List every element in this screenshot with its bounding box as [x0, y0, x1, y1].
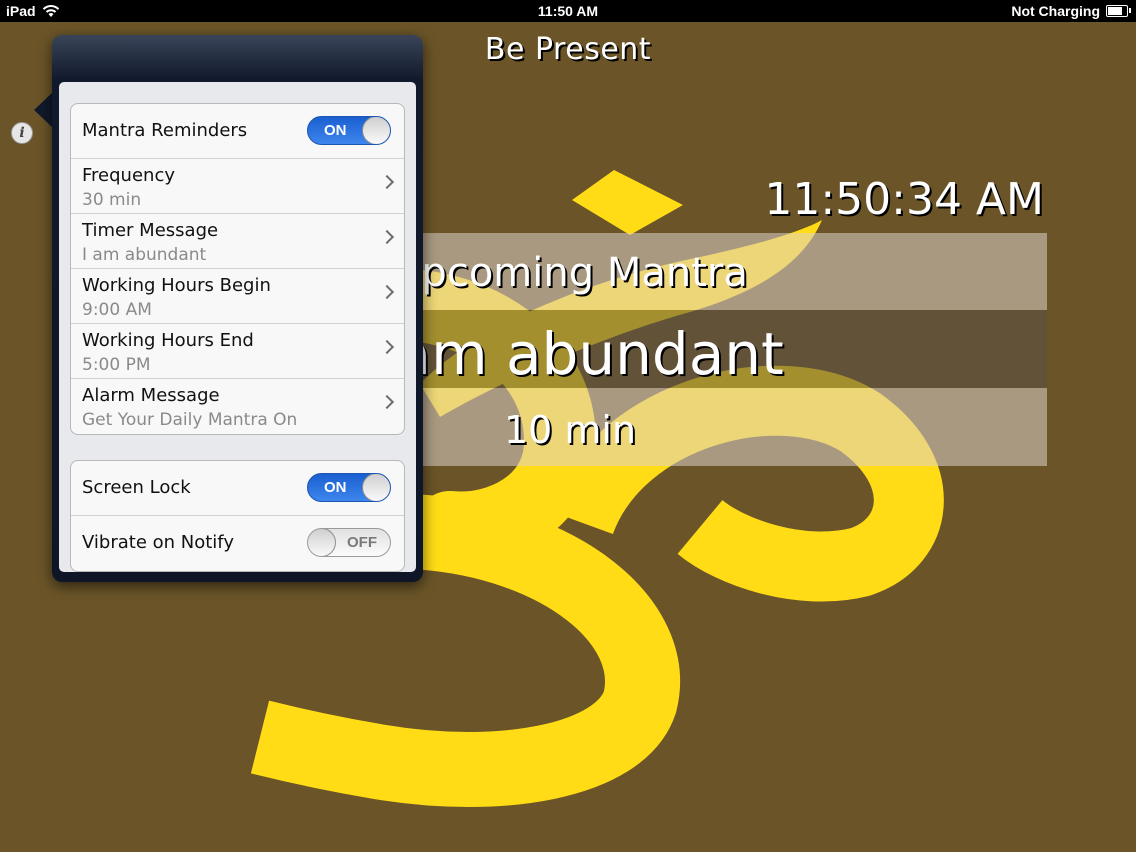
status-bar-right: Not Charging	[1011, 3, 1131, 19]
row-title: Vibrate on Notify	[82, 532, 234, 553]
status-bar: iPad 11:50 AM Not Charging	[0, 0, 1136, 22]
chevron-right-icon	[379, 229, 395, 245]
toggle-state: OFF	[347, 534, 377, 551]
row-working-hours-begin[interactable]: Working Hours Begin 9:00 AM	[71, 269, 404, 324]
row-title: Alarm Message	[82, 385, 220, 406]
settings-group-reminders: Mantra Reminders ON Frequency 30 min Tim…	[70, 103, 405, 435]
battery-icon	[1106, 5, 1131, 17]
row-working-hours-end[interactable]: Working Hours End 5:00 PM	[71, 324, 404, 379]
row-value: Get Your Daily Mantra On	[82, 410, 298, 430]
row-title: Mantra Reminders	[82, 120, 248, 141]
row-screen-lock[interactable]: Screen Lock ON	[71, 461, 404, 516]
row-mantra-reminders[interactable]: Mantra Reminders ON	[71, 104, 404, 159]
row-title: Frequency	[82, 165, 175, 186]
clock: 11:50:34 AM	[764, 174, 1044, 225]
toggle-knob	[362, 474, 390, 501]
row-title: Working Hours End	[82, 330, 254, 351]
chevron-right-icon	[379, 284, 395, 300]
toggle-knob	[362, 117, 390, 144]
row-value: 9:00 AM	[82, 300, 152, 320]
status-time: 11:50 AM	[537, 3, 599, 19]
info-icon[interactable]: i	[11, 122, 33, 144]
charging-status: Not Charging	[1011, 3, 1100, 19]
row-alarm-message[interactable]: Alarm Message Get Your Daily Mantra On	[71, 379, 404, 434]
toggle-knob	[308, 529, 336, 556]
settings-popover: Mantra Reminders ON Frequency 30 min Tim…	[52, 35, 423, 582]
settings-list: Mantra Reminders ON Frequency 30 min Tim…	[59, 82, 416, 572]
chevron-right-icon	[379, 339, 395, 355]
toggle-state: ON	[324, 122, 347, 139]
vibrate-on-notify-toggle[interactable]: OFF	[307, 528, 391, 557]
mantra-text: I am abundant	[360, 320, 784, 388]
row-timer-message[interactable]: Timer Message I am abundant	[71, 214, 404, 269]
row-value: 5:00 PM	[82, 355, 151, 375]
popover-arrow	[34, 92, 53, 128]
upcoming-mantra-label: Upcoming Mantra	[392, 250, 748, 296]
toggle-state: ON	[324, 479, 347, 496]
mantra-reminders-toggle[interactable]: ON	[307, 116, 391, 145]
chevron-right-icon	[379, 394, 395, 410]
battery-level	[1108, 7, 1122, 15]
row-value: 30 min	[82, 190, 142, 210]
settings-group-device: Screen Lock ON Vibrate on Notify OFF	[70, 460, 405, 572]
row-title: Working Hours Begin	[82, 275, 271, 296]
screen-lock-toggle[interactable]: ON	[307, 473, 391, 502]
row-title: Screen Lock	[82, 477, 191, 498]
row-title: Timer Message	[82, 220, 219, 241]
row-vibrate-on-notify[interactable]: Vibrate on Notify OFF	[71, 516, 404, 571]
chevron-right-icon	[379, 174, 395, 190]
row-value: I am abundant	[82, 245, 207, 265]
time-remaining: 10 min	[503, 408, 637, 452]
row-frequency[interactable]: Frequency 30 min	[71, 159, 404, 214]
